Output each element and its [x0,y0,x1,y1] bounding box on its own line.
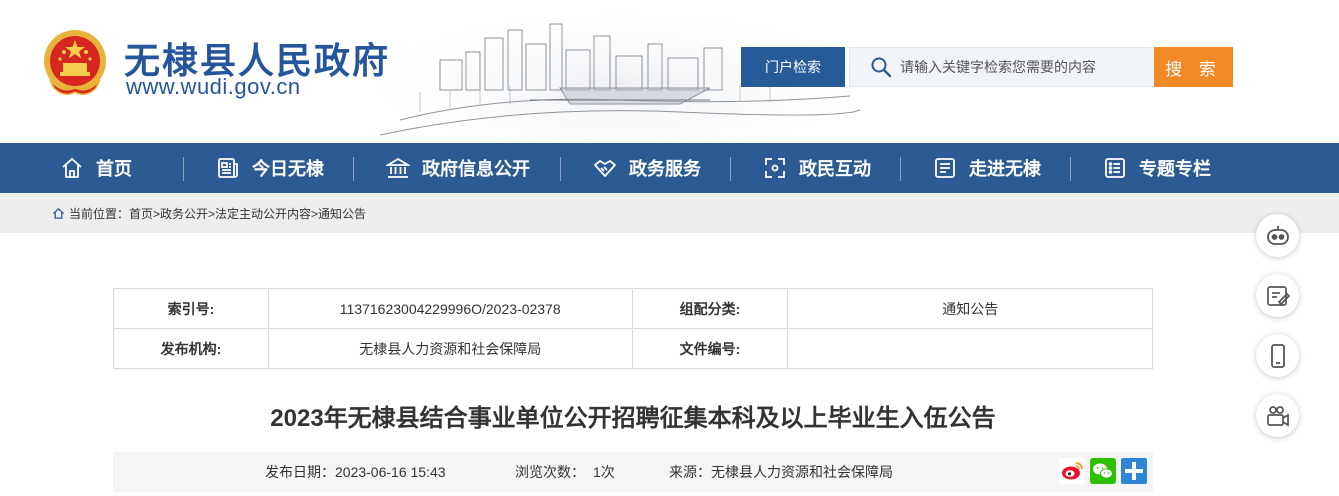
publisher-value: 无棣县人力资源和社会保障局 [267,328,633,369]
nav-item-today-wudi[interactable]: 今日无棣 [216,143,324,193]
national-emblem-logo [44,30,106,95]
nav-item-label: 走进无棣 [969,159,1041,179]
article-title: 2023年无棣县结合事业单位公开招聘征集本科及以上毕业生入伍公告 [270,405,996,432]
view-count-label: 浏览次数： [515,464,585,480]
nav-item-label: 专题专栏 [1139,159,1211,179]
article-source: 来源： 无棣县人力资源和社会保障局 [669,452,893,492]
nav-item-label: 政府信息公开 [422,159,530,179]
index-number-label: 索引号: [113,288,269,329]
interaction-icon [765,158,785,178]
mobile-phone-icon [1270,343,1285,368]
publisher-label: 发布机构: [113,328,269,369]
nav-item-label: 政民互动 [799,159,871,179]
government-building-icon [386,157,410,178]
nav-item-about-wudi[interactable]: 走进无棣 [933,143,1041,193]
main-nav: 首页 今日无棣 政府信息公开 政务服务 政民互动 走进无棣 专题专栏 [0,143,1339,193]
search-box [849,47,1155,87]
nav-item-home[interactable]: 首页 [60,143,132,193]
id-card-icon [935,158,955,178]
category-label: 组配分类: [631,288,789,329]
article-source-value: 无棣县人力资源和社会保障局 [711,464,893,480]
nav-divider [353,157,354,181]
document-info-table: 索引号: 11371623004229996O/2023-02378 组配分类:… [113,288,1153,369]
nav-divider [1070,157,1071,181]
nav-divider [900,157,901,181]
wechat-icon[interactable] [1090,458,1116,484]
list-icon [1105,158,1125,178]
nav-item-gov-info-disclosure[interactable]: 政府信息公开 [386,143,530,193]
nav-item-gov-services[interactable]: 政务服务 [593,143,701,193]
robot-assistant-icon [1266,225,1289,245]
view-count-value: 1次 [593,464,615,480]
breadcrumb-path[interactable]: 首页>政务公开>法定主动公开内容>通知公告 [129,205,366,222]
smart-assistant-button[interactable] [1256,214,1299,257]
handshake-icon [594,160,616,177]
video-button[interactable] [1256,394,1299,437]
breadcrumb-bar: 当前位置： 首页>政务公开>法定主动公开内容>通知公告 [0,193,1339,233]
article-source-label: 来源： [669,464,711,480]
site-url[interactable]: www.wudi.gov.cn [126,74,301,100]
index-number-value: 11371623004229996O/2023-02378 [267,288,633,329]
publish-date: 发布日期： 2023-06-16 15:43 [265,452,446,492]
publish-date-value: 2023-06-16 15:43 [335,464,446,480]
nav-item-label: 政务服务 [629,159,701,179]
breadcrumb-prefix: 当前位置： [69,206,130,221]
breadcrumb: 当前位置： 首页>政务公开>法定主动公开内容>通知公告 [52,193,366,233]
edit-note-icon [1266,285,1290,306]
document-number-value [787,328,1153,369]
search-input[interactable] [900,59,1140,75]
document-number-label: 文件编号: [631,328,789,369]
nav-divider [183,157,184,181]
mobile-version-button[interactable] [1256,334,1299,377]
nav-item-label: 今日无棣 [252,159,324,179]
nav-item-label: 首页 [96,159,132,179]
newspaper-icon [218,158,238,178]
site-header: 无棣县人民政府 www.wudi.gov.cn 门户检索 搜 索 [0,0,1339,143]
category-value: 通知公告 [787,288,1153,329]
plus-share-icon[interactable] [1121,458,1147,484]
home-icon [62,158,82,178]
home-icon [52,207,65,219]
search-button[interactable]: 搜 索 [1154,47,1233,87]
weibo-icon[interactable] [1059,458,1085,484]
article-meta-bar: 发布日期： 2023-06-16 15:43 浏览次数： 1次 来源： 无棣县人… [113,452,1153,492]
search-icon [871,57,892,78]
nav-item-public-interaction[interactable]: 政民互动 [763,143,871,193]
nav-item-special-topics[interactable]: 专题专栏 [1103,143,1211,193]
nav-divider [730,157,731,181]
video-camera-icon [1266,405,1289,427]
publish-date-label: 发布日期： [265,464,335,480]
message-board-button[interactable] [1256,274,1299,317]
table-row: 发布机构: 无棣县人力资源和社会保障局 文件编号: [113,328,1153,369]
portal-search-tab[interactable]: 门户检索 [741,47,845,87]
table-row: 索引号: 11371623004229996O/2023-02378 组配分类:… [113,288,1153,329]
nav-divider [560,157,561,181]
view-count: 浏览次数： 1次 [515,452,615,492]
